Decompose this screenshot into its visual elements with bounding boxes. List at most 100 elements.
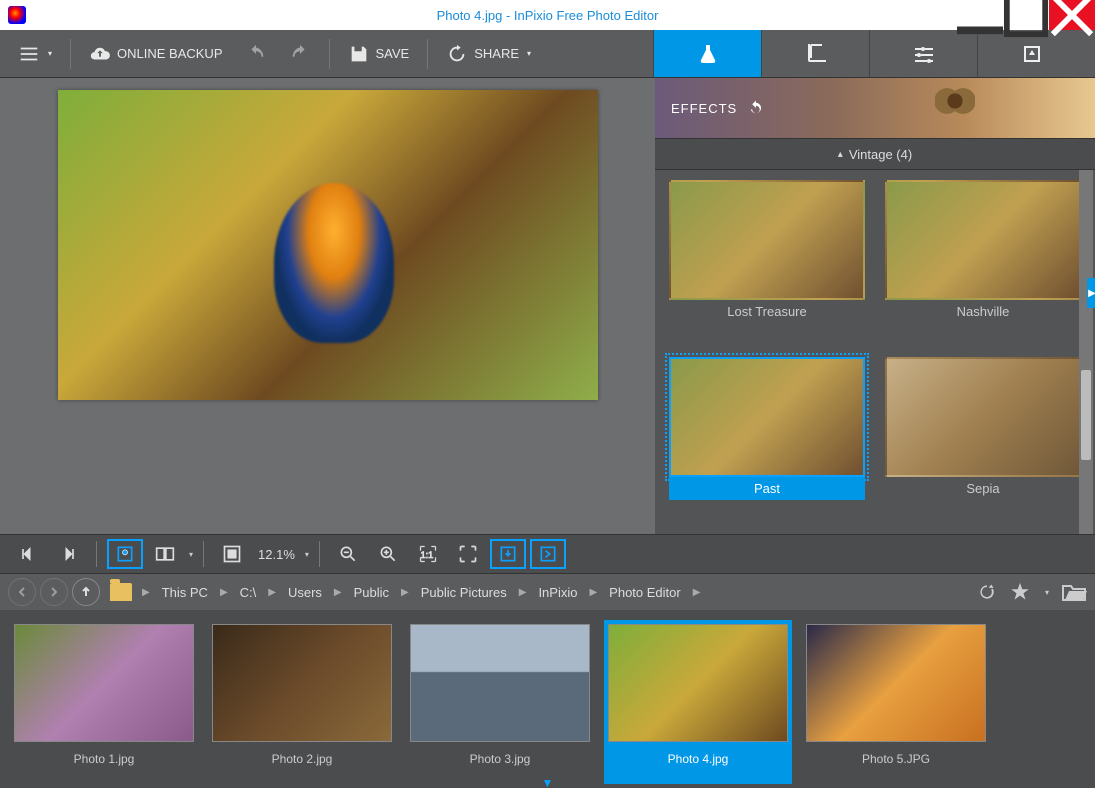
- close-button[interactable]: [1049, 0, 1095, 30]
- film-label: Photo 3.jpg: [410, 742, 590, 766]
- online-backup-button[interactable]: ONLINE BACKUP: [81, 37, 230, 71]
- nav-forward-button[interactable]: [40, 578, 68, 606]
- effect-category-bar[interactable]: ▴ Vintage (4): [655, 138, 1095, 170]
- export-button[interactable]: [530, 539, 566, 569]
- frame-icon: [1020, 42, 1044, 66]
- zoom-out-button[interactable]: [330, 539, 366, 569]
- effect-thumb: [669, 357, 865, 477]
- effect-label: Lost Treasure: [669, 300, 865, 323]
- import-button[interactable]: [490, 539, 526, 569]
- save-label: SAVE: [376, 46, 410, 61]
- open-folder-icon[interactable]: [1061, 582, 1087, 602]
- save-icon: [348, 43, 370, 65]
- effect-lost-treasure[interactable]: Lost Treasure: [669, 180, 865, 347]
- nav-up-button[interactable]: [72, 578, 100, 606]
- window-controls: [957, 0, 1095, 30]
- sliders-icon: [912, 42, 936, 66]
- film-thumb: [14, 624, 194, 742]
- effects-grid: Lost Treasure Nashville Past Sepia: [655, 170, 1095, 534]
- main-area: EFFECTS ▴ Vintage (4) Lost Treasure Nash…: [0, 78, 1095, 534]
- crumb[interactable]: C:\: [232, 585, 265, 600]
- film-item[interactable]: Photo 1.jpg: [14, 624, 194, 780]
- filmstrip-collapse-handle[interactable]: ▼: [542, 776, 554, 788]
- favorite-icon[interactable]: [1009, 581, 1031, 603]
- effect-label: Past: [669, 477, 865, 500]
- zoom-level: 12.1%: [254, 547, 299, 562]
- refresh-icon[interactable]: [977, 582, 997, 602]
- window-title: Photo 4.jpg - InPixio Free Photo Editor: [0, 8, 1095, 23]
- film-item[interactable]: Photo 5.JPG: [806, 624, 986, 780]
- undo-button[interactable]: [237, 37, 275, 71]
- effects-panel: EFFECTS ▴ Vintage (4) Lost Treasure Nash…: [655, 78, 1095, 534]
- prev-image-button[interactable]: [10, 539, 46, 569]
- cloud-upload-icon: [89, 43, 111, 65]
- next-image-button[interactable]: [50, 539, 86, 569]
- crumb[interactable]: Public: [346, 585, 397, 600]
- app-icon: [8, 6, 26, 24]
- effect-sepia[interactable]: Sepia: [885, 357, 1081, 524]
- fit-screen-button[interactable]: [214, 539, 250, 569]
- film-label: Photo 4.jpg: [604, 742, 792, 774]
- effect-nashville[interactable]: Nashville: [885, 180, 1081, 347]
- save-button[interactable]: SAVE: [340, 37, 418, 71]
- film-label: Photo 5.JPG: [806, 742, 986, 766]
- crumb[interactable]: Users: [280, 585, 330, 600]
- folder-icon: [110, 583, 132, 601]
- redo-icon: [289, 43, 311, 65]
- maximize-button[interactable]: [1003, 0, 1049, 30]
- crumb[interactable]: This PC: [154, 585, 216, 600]
- film-thumb: [410, 624, 590, 742]
- compare-view-button[interactable]: [147, 539, 183, 569]
- effect-thumb: [885, 357, 1081, 477]
- effects-tab[interactable]: [653, 30, 761, 77]
- zoom-fit-button[interactable]: [450, 539, 486, 569]
- zoom-actual-button[interactable]: 1:1: [410, 539, 446, 569]
- effects-title: EFFECTS: [671, 101, 737, 116]
- crumb[interactable]: InPixio: [530, 585, 585, 600]
- redo-button[interactable]: [281, 37, 319, 71]
- chevron-up-icon: ▴: [838, 149, 843, 160]
- crop-icon: [804, 42, 828, 66]
- effect-label: Nashville: [885, 300, 1081, 323]
- image-canvas[interactable]: [58, 90, 598, 400]
- canvas-area: [0, 78, 655, 534]
- butterfly-decoration: [935, 86, 975, 116]
- effect-label: Sepia: [885, 477, 1081, 500]
- minimize-button[interactable]: [957, 0, 1003, 30]
- share-button[interactable]: SHARE▾: [438, 37, 539, 71]
- menu-button[interactable]: ▾: [10, 37, 60, 71]
- effect-thumb: [885, 180, 1081, 300]
- share-icon: [446, 43, 468, 65]
- effect-past[interactable]: Past: [669, 357, 865, 524]
- effect-category-label: Vintage (4): [849, 147, 912, 162]
- film-item[interactable]: Photo 3.jpg: [410, 624, 590, 780]
- film-label: Photo 2.jpg: [212, 742, 392, 766]
- zoom-in-button[interactable]: [370, 539, 406, 569]
- undo-icon: [245, 43, 267, 65]
- film-label: Photo 1.jpg: [14, 742, 194, 766]
- crop-tab[interactable]: [761, 30, 869, 77]
- film-item[interactable]: Photo 4.jpg: [604, 620, 792, 784]
- film-thumb: [608, 624, 788, 742]
- film-thumb: [212, 624, 392, 742]
- flask-icon: [696, 42, 720, 66]
- film-thumb: [806, 624, 986, 742]
- share-label: SHARE: [474, 46, 519, 61]
- path-bar: ▶This PC ▶C:\ ▶Users ▶Public ▶Public Pic…: [0, 574, 1095, 610]
- single-view-button[interactable]: [107, 539, 143, 569]
- main-toolbar: ▾ ONLINE BACKUP SAVE SHARE▾: [0, 30, 1095, 78]
- nav-back-button[interactable]: [8, 578, 36, 606]
- online-backup-label: ONLINE BACKUP: [117, 46, 222, 61]
- titlebar: Photo 4.jpg - InPixio Free Photo Editor: [0, 0, 1095, 30]
- effect-thumb: [669, 180, 865, 300]
- effects-scrollbar[interactable]: [1079, 170, 1093, 534]
- crumb[interactable]: Photo Editor: [601, 585, 689, 600]
- reset-icon[interactable]: [747, 99, 765, 117]
- filmstrip: Photo 1.jpg Photo 2.jpg Photo 3.jpg Phot…: [0, 610, 1095, 788]
- film-item[interactable]: Photo 2.jpg: [212, 624, 392, 780]
- effects-header: EFFECTS: [655, 78, 1095, 138]
- view-toolbar: ▾ 12.1% ▾ 1:1: [0, 534, 1095, 574]
- crumb[interactable]: Public Pictures: [413, 585, 515, 600]
- svg-text:1:1: 1:1: [420, 550, 433, 560]
- panel-expand-handle[interactable]: ▶: [1087, 278, 1095, 308]
